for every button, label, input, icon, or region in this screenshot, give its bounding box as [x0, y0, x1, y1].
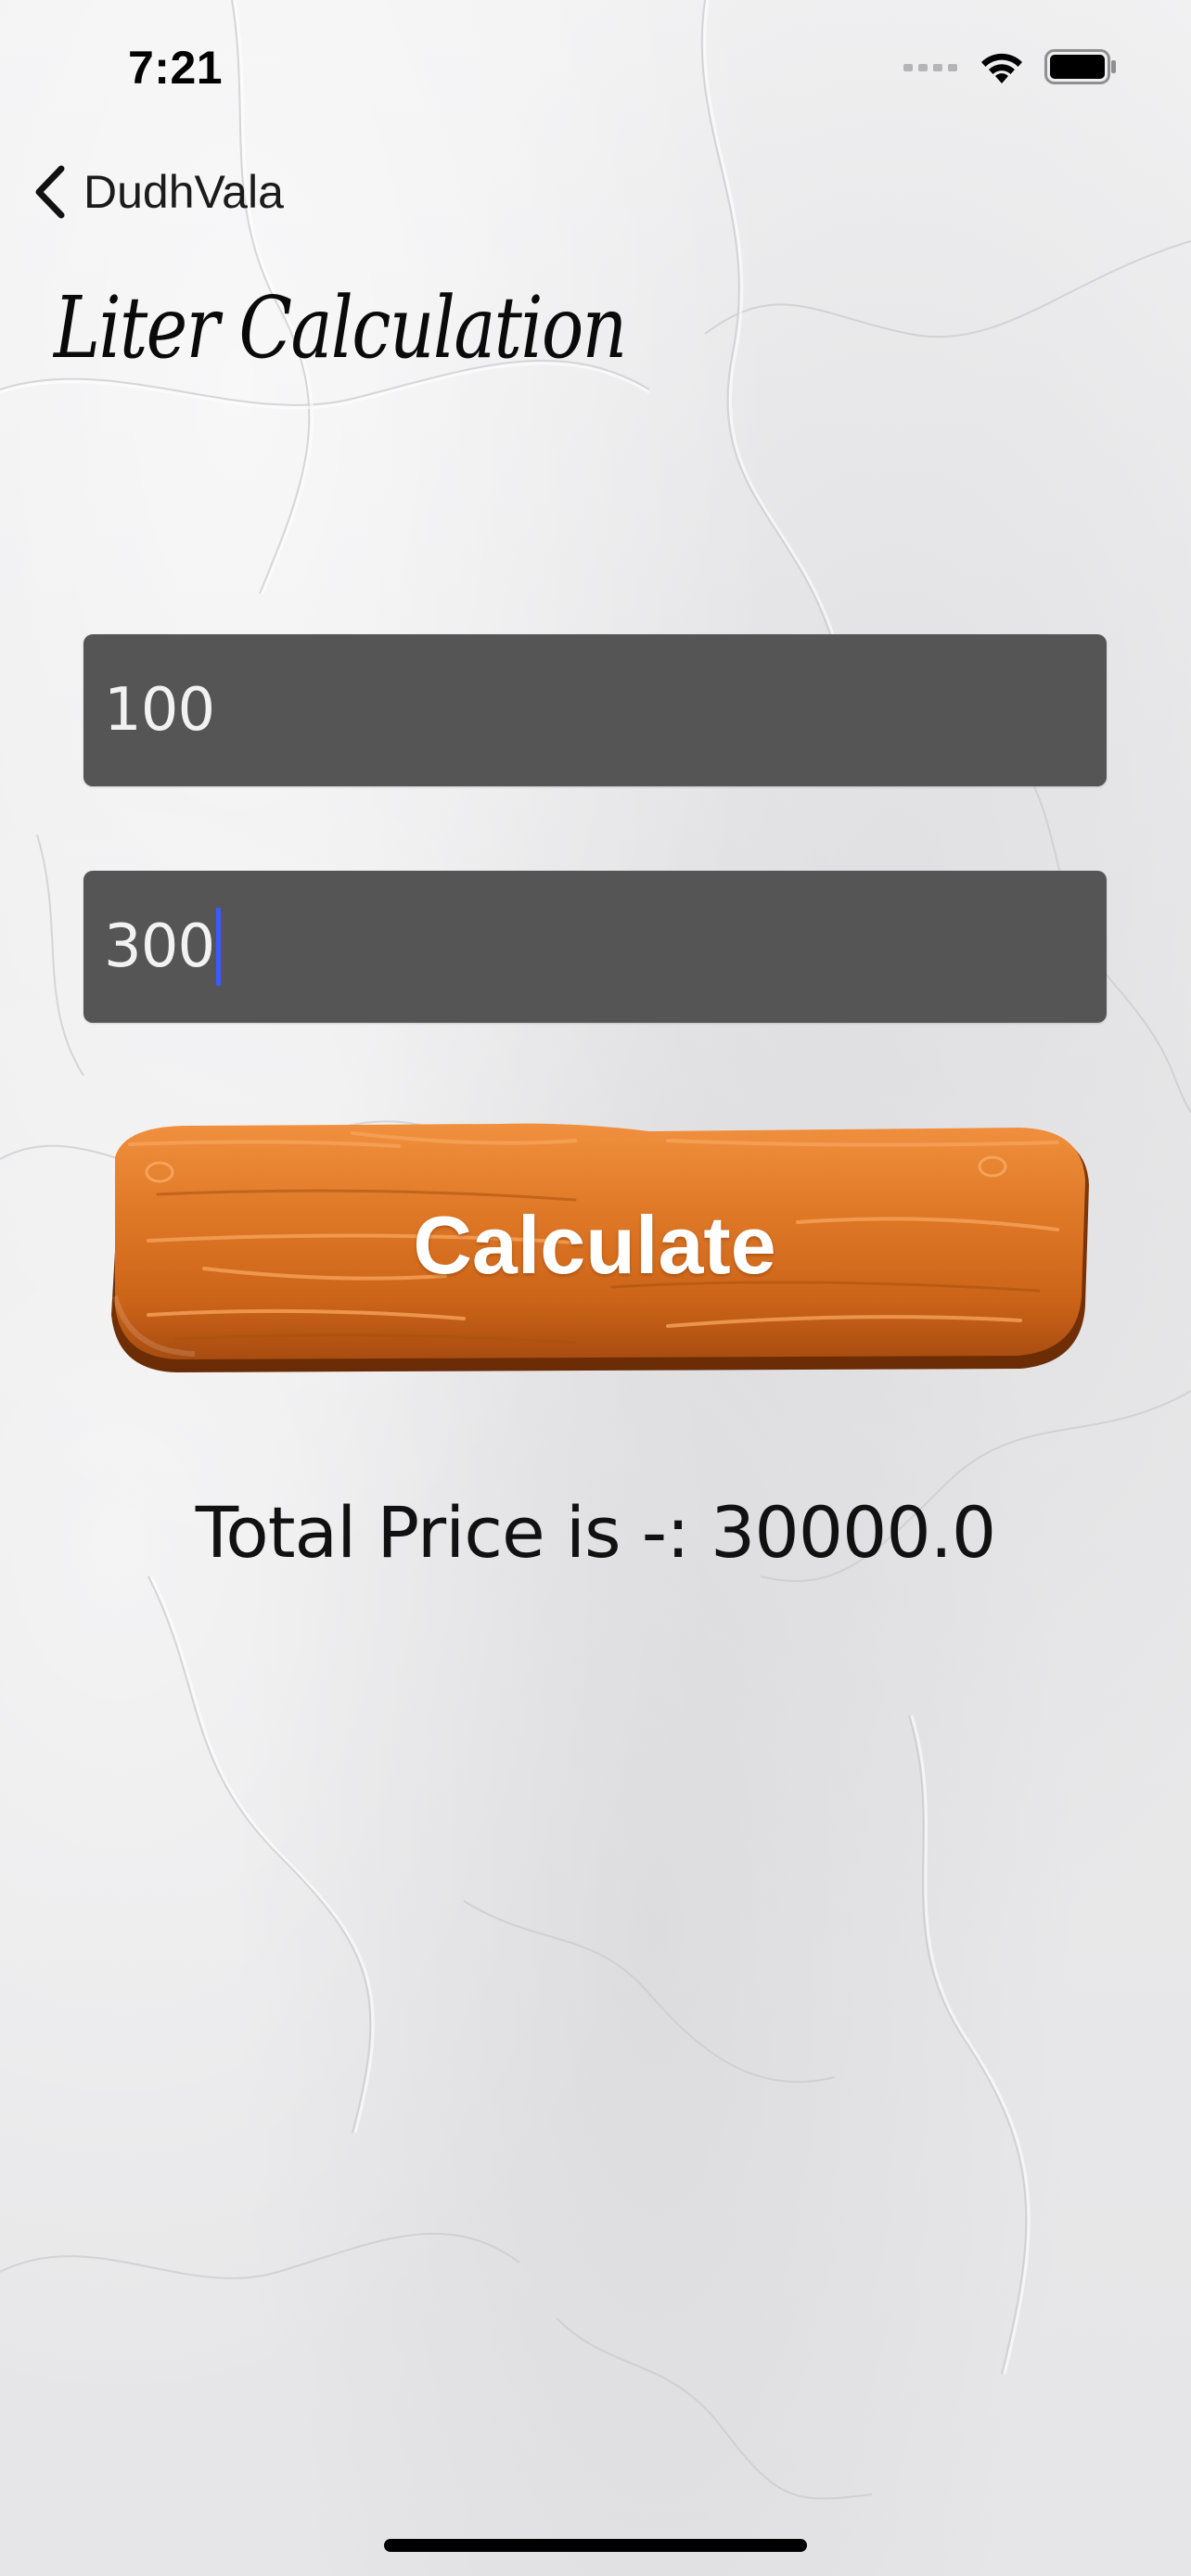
wifi-icon [981, 53, 1022, 83]
page-title: Liter Calculation [54, 278, 627, 377]
calculate-button-label: Calculate [413, 1199, 776, 1291]
liter-input[interactable]: 100 [83, 634, 1107, 786]
liter-input-value: 100 [104, 676, 215, 745]
text-caret [216, 908, 222, 986]
status-bar: 7:21 [0, 0, 1191, 130]
status-time: 7:21 [128, 42, 224, 94]
total-price-text: Total Price is -: 30000.0 [195, 1491, 997, 1574]
battery-icon [1044, 49, 1116, 84]
home-indicator[interactable] [384, 2539, 807, 2552]
status-icons [903, 45, 1117, 89]
calculate-button[interactable]: Calculate [93, 1120, 1096, 1380]
signal-icon [903, 64, 957, 71]
price-input-value: 300 [104, 912, 215, 981]
price-input[interactable]: 300 [83, 871, 1107, 1023]
back-button-label: DudhVala [83, 166, 284, 218]
chevron-left-icon [35, 165, 65, 219]
back-button[interactable]: DudhVala [32, 159, 284, 224]
